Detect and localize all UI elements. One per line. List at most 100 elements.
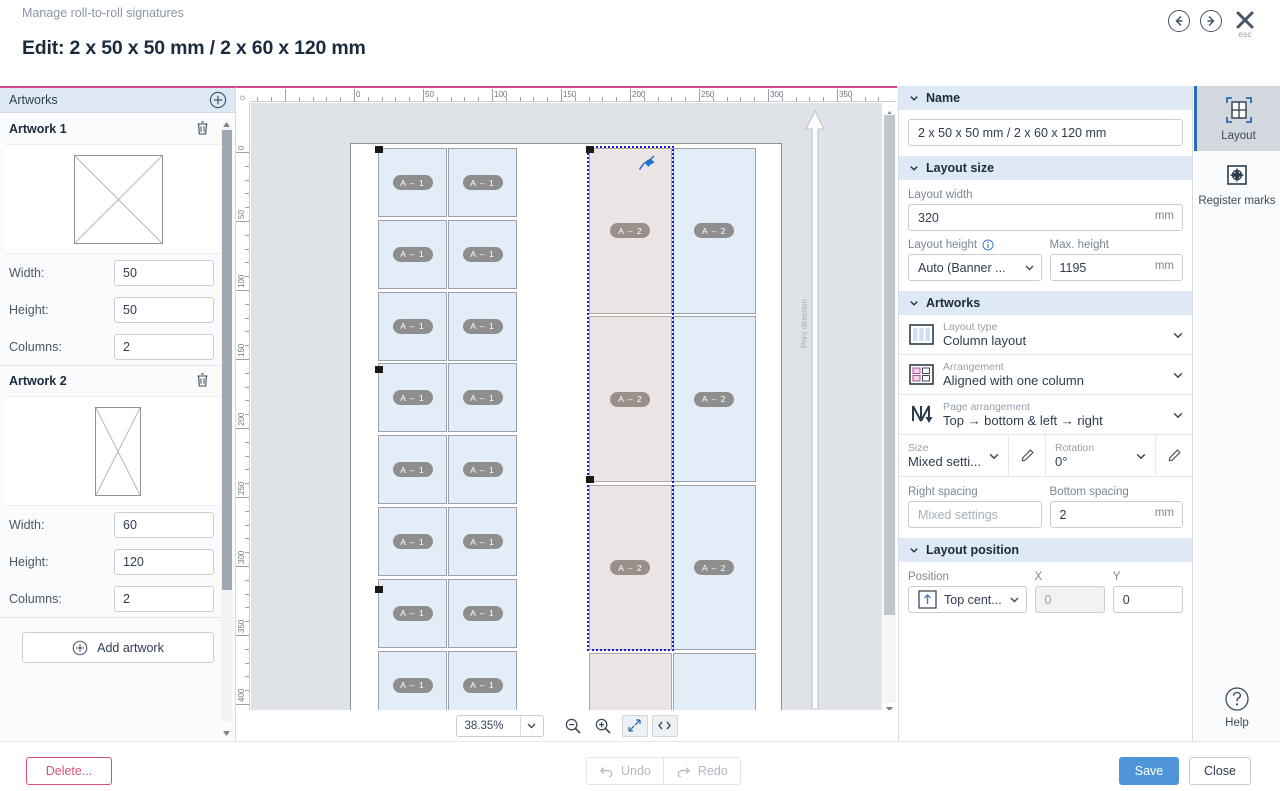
info-icon[interactable] — [982, 239, 994, 251]
artwork-cell[interactable]: A – 1 — [448, 435, 517, 505]
artwork-cell[interactable]: A – 2 — [589, 316, 672, 482]
ruler-tick — [312, 97, 314, 101]
zoom-out-button[interactable] — [558, 713, 588, 739]
position-select[interactable]: Top cent... — [908, 586, 1027, 613]
artwork-cell[interactable]: A – 1 — [448, 650, 517, 714]
layout-type-row[interactable]: Layout type Column layout — [899, 315, 1192, 355]
position-row: Position Top cent... X 0 Y 0 — [908, 571, 1183, 613]
artwork-columns-input[interactable]: 2 — [114, 333, 214, 360]
position-x-label: X — [1034, 571, 1043, 583]
artwork-cell[interactable]: A – 2 — [672, 653, 756, 714]
rail-item-register-marks[interactable]: Register marks — [1194, 151, 1280, 216]
ruler-tick — [236, 428, 249, 429]
section-header-layout-size[interactable]: Layout size — [899, 156, 1192, 180]
chevron-down-icon[interactable] — [988, 450, 1000, 462]
print-direction-arrow — [804, 109, 826, 714]
layout-width-input[interactable]: 320 — [908, 204, 1183, 231]
artwork-cell[interactable]: A – 1 — [378, 507, 447, 576]
fit-width-button[interactable] — [651, 714, 678, 737]
redo-button[interactable]: Redo — [663, 757, 741, 785]
close-button[interactable]: Close — [1189, 757, 1251, 785]
horizontal-ruler: 0 50 100 150 200 250 300 350 — [236, 88, 897, 102]
close-dialog-button[interactable]: esc — [1232, 10, 1258, 40]
artwork-thumbnail-wrap — [5, 144, 231, 254]
delete-button[interactable]: Delete... — [26, 757, 112, 785]
artwork-cell[interactable]: A – 1 — [448, 507, 517, 576]
pin-icon[interactable] — [634, 153, 660, 184]
artwork-cell[interactable]: A – 2 — [672, 316, 756, 482]
size-select[interactable]: Size Mixed setti... — [899, 435, 1008, 476]
artwork-cell[interactable]: A – 1 — [448, 363, 517, 433]
section-header-name[interactable]: Name — [899, 86, 1192, 110]
artworks-panel-scrollbar[interactable] — [221, 114, 232, 791]
artwork-cell[interactable]: A – 2 — [672, 484, 756, 651]
anchor-handle-icon[interactable] — [586, 146, 594, 153]
anchor-handle-icon[interactable] — [375, 586, 383, 593]
artwork-cell[interactable]: A – 1 — [378, 148, 447, 217]
delete-artwork-icon[interactable] — [195, 120, 210, 141]
section-header-artworks[interactable]: Artworks — [899, 291, 1192, 315]
artwork-cell[interactable]: A – 1 — [378, 578, 447, 648]
artwork-width-input[interactable]: 50 — [114, 259, 214, 286]
rail-item-layout[interactable]: Layout — [1194, 86, 1280, 151]
fit-page-button[interactable] — [621, 714, 648, 737]
layout-height-select[interactable]: Auto (Banner ... — [908, 254, 1042, 281]
artwork-cell[interactable]: A – 1 — [448, 148, 517, 217]
chevron-down-icon[interactable] — [1172, 329, 1184, 341]
artwork-cell[interactable]: A – 1 — [378, 363, 447, 433]
rotation-select[interactable]: Rotation 0° — [1045, 435, 1155, 476]
anchor-handle-icon[interactable] — [586, 476, 594, 483]
size-edit-button[interactable] — [1008, 435, 1045, 476]
section-header-layout-position[interactable]: Layout position — [899, 538, 1192, 562]
max-height-unit: mm — [1154, 260, 1174, 272]
canvas-scrollbar-thumb[interactable] — [884, 115, 895, 615]
artwork-cell[interactable]: A – 1 — [448, 291, 517, 361]
delete-artwork-icon[interactable] — [195, 372, 210, 393]
artwork-cell-badge: A – 1 — [392, 175, 433, 190]
ruler-tick — [245, 455, 249, 457]
page-arrangement-row[interactable]: Page arrangement Top → bottom & left → r… — [899, 395, 1192, 435]
layout-name-input[interactable]: 2 x 50 x 50 mm / 2 x 60 x 120 mm — [908, 119, 1183, 146]
rotation-edit-button[interactable] — [1155, 435, 1192, 476]
artwork-cell[interactable]: A – 2 — [672, 148, 756, 314]
back-button[interactable] — [1168, 10, 1190, 32]
right-spacing-input[interactable]: Mixed settings — [908, 501, 1042, 528]
artwork-cell[interactable]: A – 2 — [589, 653, 672, 714]
size-rotation-row: Size Mixed setti... Rotation 0° — [899, 435, 1192, 477]
artwork-cell[interactable]: A – 1 — [448, 219, 517, 289]
artwork-cell[interactable]: A – 1 — [448, 578, 517, 648]
undo-button[interactable]: Undo — [586, 757, 664, 785]
artwork-cell[interactable]: A – 1 — [378, 219, 447, 289]
anchor-handle-icon[interactable] — [375, 366, 383, 373]
arrangement-row[interactable]: Arrangement Aligned with one column — [899, 355, 1192, 395]
chevron-down-icon[interactable] — [1172, 369, 1184, 381]
position-y-input[interactable]: 0 — [1112, 586, 1183, 613]
artwork-cell[interactable]: A – 1 — [378, 650, 447, 714]
scrollbar-thumb[interactable] — [221, 130, 232, 590]
save-button[interactable]: Save — [1119, 757, 1179, 785]
layout-sheet[interactable]: A – 1 A – 1 A – 1 A – 1 A – 1 A – 1 A – 1 A – 1… — [350, 143, 782, 714]
artwork-cell[interactable]: A – 1 — [378, 435, 447, 505]
canvas-scrollbar[interactable] — [883, 103, 897, 714]
add-artwork-plus-icon[interactable] — [209, 91, 227, 109]
ruler-tick — [245, 234, 249, 236]
canvas-viewport[interactable]: A – 1 A – 1 A – 1 A – 1 A – 1 A – 1 A – 1 A – 1… — [251, 103, 882, 714]
ruler-tick — [699, 89, 700, 102]
artwork-height-input[interactable]: 50 — [114, 296, 214, 323]
artwork-columns-input[interactable]: 2 — [114, 585, 214, 612]
artwork-width-input[interactable]: 60 — [114, 511, 214, 538]
artwork-cell[interactable]: A – 2 — [589, 484, 672, 651]
zoom-in-button[interactable] — [588, 713, 618, 739]
help-button[interactable]: Help — [1194, 685, 1280, 729]
scroll-down-icon[interactable] — [222, 725, 231, 736]
scroll-up-icon[interactable] — [222, 116, 231, 127]
chevron-down-icon[interactable] — [1135, 450, 1147, 462]
zoom-level-select[interactable]: 38.35% — [455, 714, 544, 737]
artwork-cell[interactable]: A – 1 — [378, 291, 447, 361]
artwork-height-input[interactable]: 120 — [114, 548, 214, 575]
chevron-down-icon[interactable] — [521, 720, 543, 731]
forward-button[interactable] — [1200, 10, 1222, 32]
anchor-handle-icon[interactable] — [375, 146, 383, 153]
add-artwork-button[interactable]: Add artwork — [22, 632, 214, 663]
chevron-down-icon[interactable] — [1172, 409, 1184, 421]
